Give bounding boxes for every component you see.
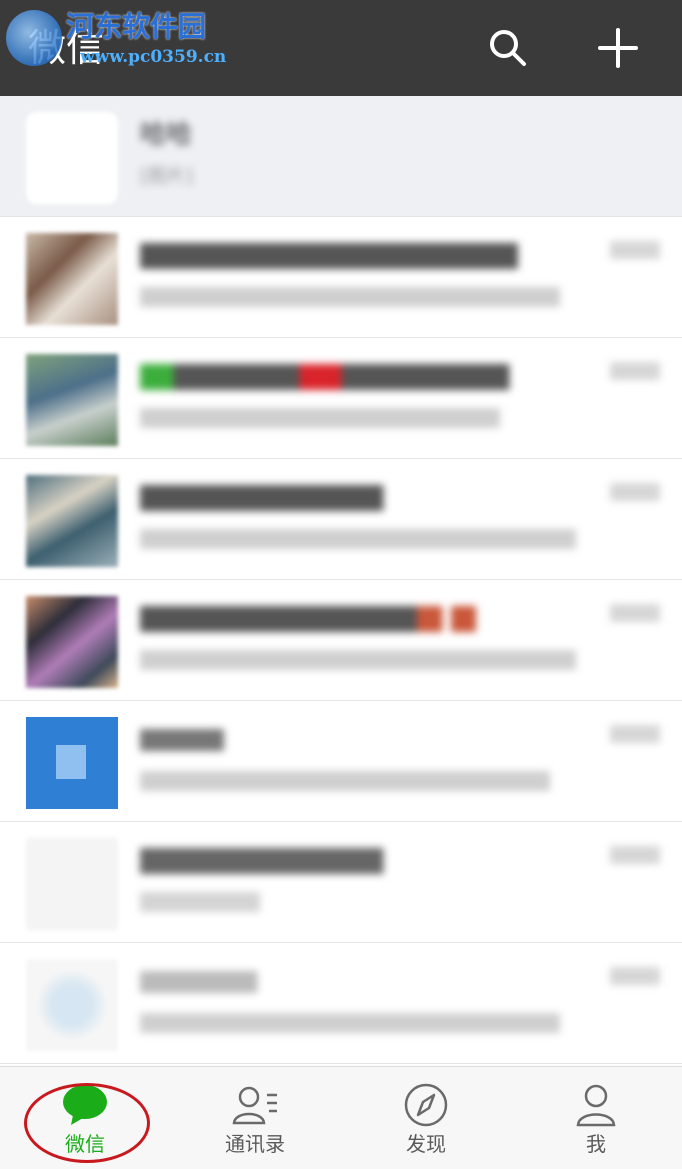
watermark-url: www.pc0359.cn (80, 47, 227, 67)
chat-row[interactable] (0, 943, 682, 1064)
watermark-logo-icon (6, 10, 62, 66)
avatar (26, 475, 118, 567)
tab-label: 我 (586, 1132, 606, 1156)
chat-name (140, 971, 560, 993)
chat-name (140, 606, 560, 632)
chat-preview: [图片] (140, 165, 193, 187)
chat-time (610, 362, 660, 380)
chat-row[interactable] (0, 822, 682, 943)
avatar (26, 596, 118, 688)
person-icon (576, 1084, 616, 1127)
chat-row[interactable] (0, 338, 682, 459)
chat-name (140, 848, 560, 874)
avatar (26, 838, 118, 930)
tab-label: 通讯录 (225, 1132, 285, 1156)
watermark-name: 河东软件园 (66, 10, 207, 43)
chat-list: 哈哈 [图片] (0, 96, 682, 1066)
chat-row[interactable] (0, 580, 682, 701)
tab-me[interactable]: 我 (511, 1067, 681, 1169)
chat-preview (140, 650, 576, 670)
chat-bubble-icon (63, 1085, 107, 1125)
contacts-icon (232, 1086, 277, 1125)
chat-time (610, 846, 660, 864)
chat-time (610, 967, 660, 985)
avatar (26, 233, 118, 325)
avatar (26, 112, 118, 204)
tab-label: 发现 (406, 1132, 446, 1156)
chat-time (610, 483, 660, 501)
add-button[interactable] (594, 24, 642, 72)
chat-name (140, 485, 560, 511)
plus-icon (598, 28, 638, 68)
tab-chats[interactable]: 微信 (0, 1067, 170, 1169)
avatar (26, 354, 118, 446)
avatar (26, 717, 118, 809)
chat-name: 哈哈 (140, 120, 193, 150)
chat-row[interactable] (0, 459, 682, 580)
chat-preview (140, 529, 576, 549)
chat-row[interactable] (0, 217, 682, 338)
chat-time (610, 604, 660, 622)
chat-preview (140, 287, 560, 307)
search-icon (490, 30, 526, 66)
chat-time (610, 241, 660, 259)
avatar (26, 959, 118, 1051)
chat-preview (140, 408, 500, 428)
search-button[interactable] (484, 24, 532, 72)
tab-discover[interactable]: 发现 (341, 1067, 511, 1169)
chat-preview (140, 1013, 560, 1033)
tab-contacts[interactable]: 通讯录 (170, 1067, 340, 1169)
tab-label: 微信 (65, 1132, 105, 1156)
chat-row[interactable]: 哈哈 [图片] (0, 96, 682, 217)
chat-preview (140, 892, 260, 912)
chat-time (610, 725, 660, 743)
tab-bar: 微信 通讯录 发现 我 (0, 1066, 682, 1169)
chat-name (140, 364, 560, 390)
avatar-logo-icon (56, 745, 86, 779)
chat-name (140, 729, 560, 751)
compass-icon (404, 1083, 448, 1127)
chat-preview (140, 771, 550, 791)
top-bar: 微信 河东软件园 www.pc0359.cn (0, 0, 682, 96)
chat-name (140, 243, 560, 269)
chat-row[interactable] (0, 701, 682, 822)
